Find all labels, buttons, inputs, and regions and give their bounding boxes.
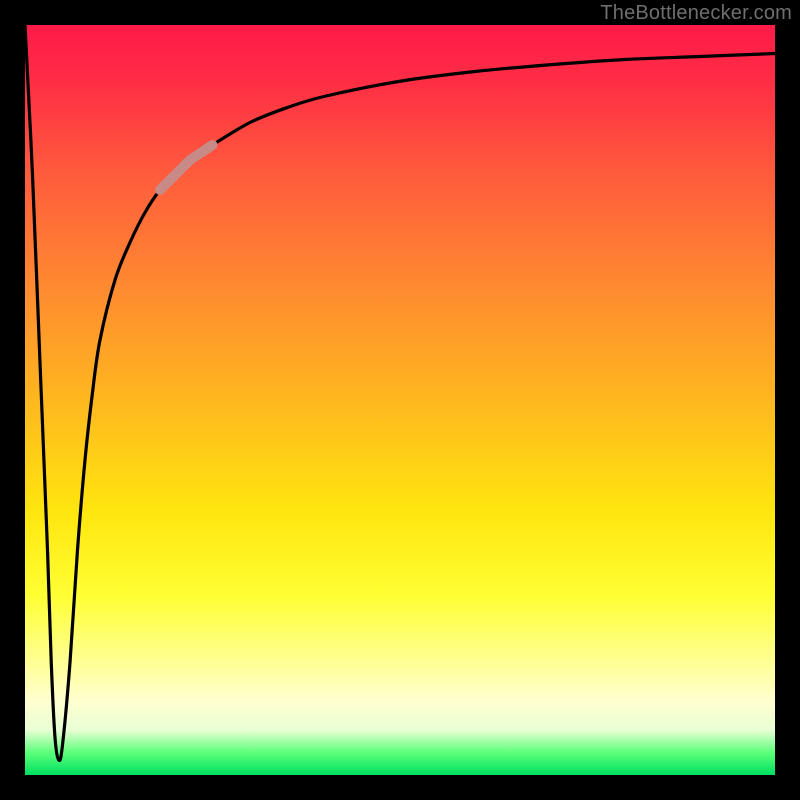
chart-frame: TheBottlenecker.com — [0, 0, 800, 800]
attribution-label: TheBottlenecker.com — [600, 2, 792, 25]
curve-path — [25, 25, 775, 760]
bottleneck-curve — [25, 25, 775, 775]
curve-highlight-segment — [160, 145, 213, 190]
